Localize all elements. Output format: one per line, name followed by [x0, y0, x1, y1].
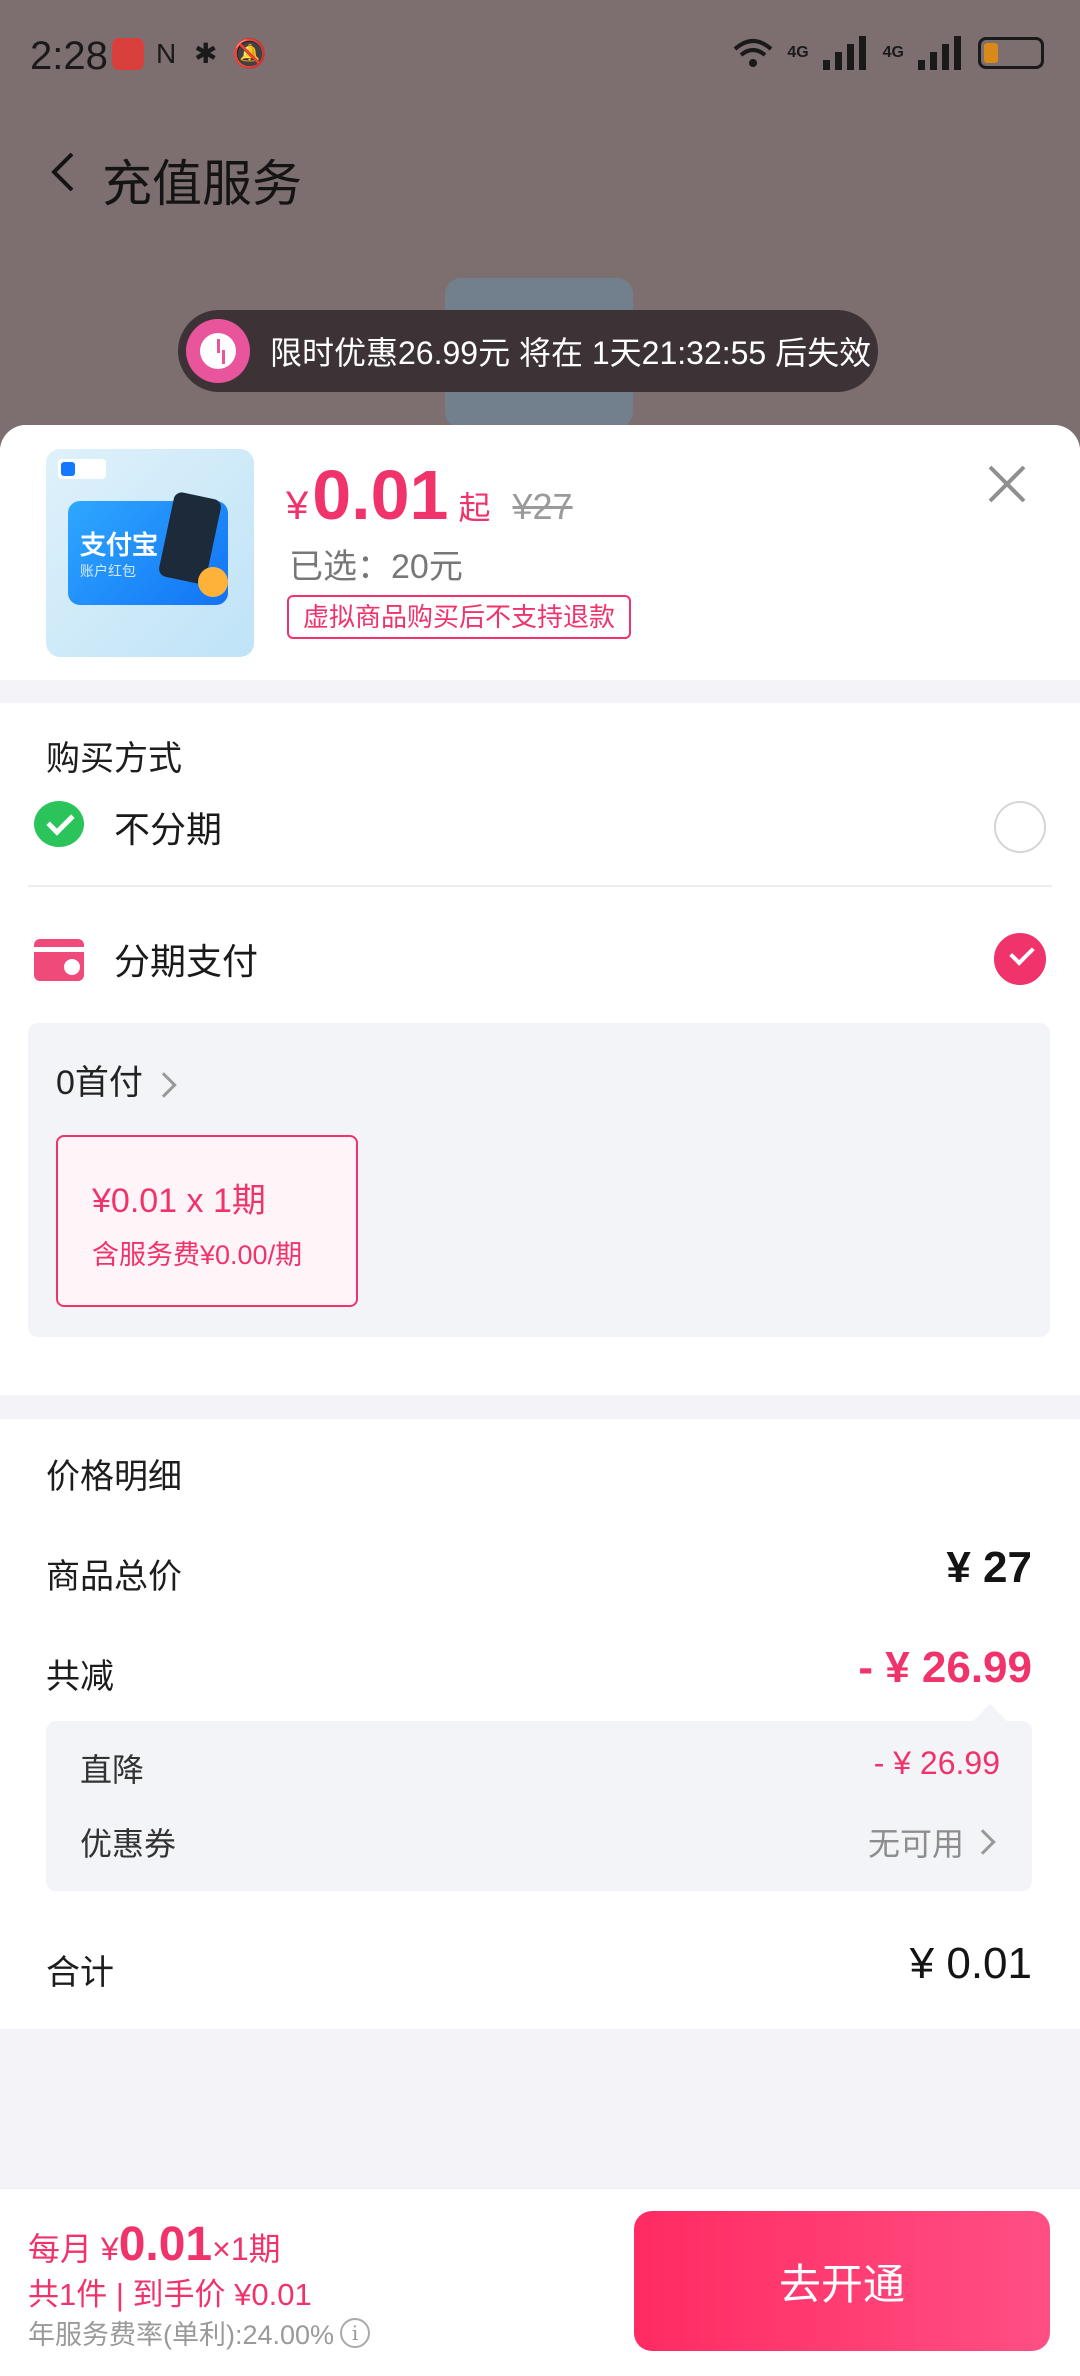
wechat-pay-icon	[34, 801, 84, 847]
discount-value: - ¥ 26.99	[858, 1643, 1032, 1692]
installment-plan-box: 0首付 ¥0.01 x 1期 含服务费¥0.00/期	[28, 1023, 1050, 1337]
radio-installment-checked[interactable]	[994, 933, 1046, 985]
price-currency: ¥	[286, 484, 309, 528]
direct-discount-row: 直降 - ¥ 26.99	[80, 1741, 1000, 1791]
method-label: 不分期	[114, 809, 223, 850]
selected-option: 已选：20元	[289, 548, 463, 586]
method-installment[interactable]: 分期支付	[0, 903, 1080, 1013]
monthly-suffix: ×1期	[212, 2231, 281, 2267]
bluetooth-icon: ✱	[194, 38, 218, 69]
alipay-logo-icon	[58, 459, 106, 479]
discount-label: 共减	[46, 1658, 114, 1696]
app-notification-icon	[112, 38, 144, 70]
sum-row: 合计 ¥ 0.01	[46, 1939, 1032, 1999]
network-type-label-2: 4G	[882, 44, 904, 61]
payment-section: 购买方式 不分期 分期支付 0首付 ¥0.01 x 1期 含服务费¥0.00/期	[0, 703, 1080, 1395]
coupon-value: 无可用	[868, 1819, 1000, 1865]
page-title: 充值服务	[102, 156, 302, 212]
direct-discount-label: 直降	[80, 1752, 145, 1788]
total-price-label: 商品总价	[46, 1558, 182, 1596]
monthly-payment: 每月 ¥ 0.01 ×1期	[28, 2217, 281, 2272]
monthly-prefix: 每月 ¥	[28, 2231, 119, 2267]
plan-amount: ¥0.01 x 1期	[92, 1182, 266, 1220]
method-label: 分期支付	[114, 941, 259, 982]
price-details-section: 价格明细 商品总价 ¥ 27 共减 - ¥ 26.99 直降 - ¥ 26.99…	[0, 1419, 1080, 2029]
status-time: 2:28	[30, 34, 108, 78]
info-icon[interactable]	[340, 2317, 371, 2348]
wifi-icon	[733, 39, 773, 67]
installment-card-icon	[34, 939, 84, 981]
plan-fee: 含服务费¥0.00/期	[92, 1240, 303, 1270]
header: 充值服务	[0, 120, 1080, 220]
service-rate-text: 年服务费率(单利):24.00%	[28, 2320, 335, 2350]
total-price-value: ¥ 27	[946, 1543, 1032, 1592]
thumb-subtitle: 账户红包	[80, 563, 136, 579]
price-details-title: 价格明细	[46, 1458, 182, 1496]
battery-icon	[978, 37, 1044, 69]
sum-label: 合计	[46, 1954, 114, 1992]
chevron-right-icon	[151, 1072, 177, 1098]
activate-button[interactable]: 去开通	[634, 2211, 1050, 2351]
product-summary: 支付宝 账户红包 ¥ 0.01 起 ¥27 已选：20元 虚拟商品购买后不支持退…	[0, 425, 1080, 680]
sum-value: ¥ 0.01	[909, 1939, 1032, 1988]
total-price-row: 商品总价 ¥ 27	[46, 1543, 1032, 1603]
radio-no-installment[interactable]	[994, 801, 1046, 853]
direct-discount-value: - ¥ 26.99	[873, 1745, 1000, 1781]
coin-illustration	[198, 567, 228, 597]
close-icon[interactable]	[986, 463, 1028, 505]
price-row: ¥ 0.01 起 ¥27	[286, 455, 573, 535]
order-summary: 共1件 | 到手价 ¥0.01	[28, 2277, 312, 2312]
alarm-clock-icon	[186, 319, 250, 383]
network-type-label: 4G	[787, 44, 809, 61]
discount-breakdown: 直降 - ¥ 26.99 优惠券 无可用	[46, 1721, 1032, 1891]
bottom-bar: 每月 ¥ 0.01 ×1期 共1件 | 到手价 ¥0.01 年服务费率(单利):…	[0, 2188, 1080, 2376]
refund-notice-badge: 虚拟商品购买后不支持退款	[287, 595, 632, 639]
signal-icon-2	[918, 36, 964, 70]
discount-row: 共减 - ¥ 26.99	[46, 1643, 1032, 1703]
price-value: 0.01	[312, 456, 449, 534]
thumb-title: 支付宝	[80, 530, 159, 560]
status-right: 4G 4G	[733, 36, 1044, 70]
purchase-sheet: 支付宝 账户红包 ¥ 0.01 起 ¥27 已选：20元 虚拟商品购买后不支持退…	[0, 425, 1080, 2376]
down-payment-label: 0首付	[56, 1064, 143, 1102]
mute-icon: 🔕	[232, 38, 267, 69]
method-no-installment[interactable]: 不分期	[0, 771, 1080, 881]
status-notification-icons: N ✱ 🔕	[112, 38, 267, 70]
divider	[28, 885, 1052, 887]
service-rate: 年服务费率(单利):24.00%	[28, 2313, 371, 2352]
installment-plan-card[interactable]: ¥0.01 x 1期 含服务费¥0.00/期	[56, 1135, 358, 1307]
coupon-row[interactable]: 优惠券 无可用	[80, 1815, 1000, 1865]
price-from-label: 起	[458, 490, 491, 526]
nfc-icon: N	[156, 38, 177, 69]
down-payment-selector[interactable]: 0首付	[56, 1055, 177, 1104]
monthly-amount: 0.01	[118, 2218, 213, 2271]
product-thumbnail: 支付宝 账户红包	[46, 449, 254, 657]
coupon-label: 优惠券	[80, 1826, 177, 1862]
promo-countdown-banner: 限时优惠26.99元 将在 1天21:32:55 后失效	[178, 310, 878, 392]
signal-icon	[822, 36, 869, 70]
promo-text: 限时优惠26.99元 将在 1天21:32:55 后失效	[270, 335, 872, 371]
back-arrow-icon[interactable]	[48, 150, 78, 194]
status-bar: 2:28 N ✱ 🔕 4G 4G	[0, 0, 1080, 120]
original-price: ¥27	[512, 486, 573, 527]
